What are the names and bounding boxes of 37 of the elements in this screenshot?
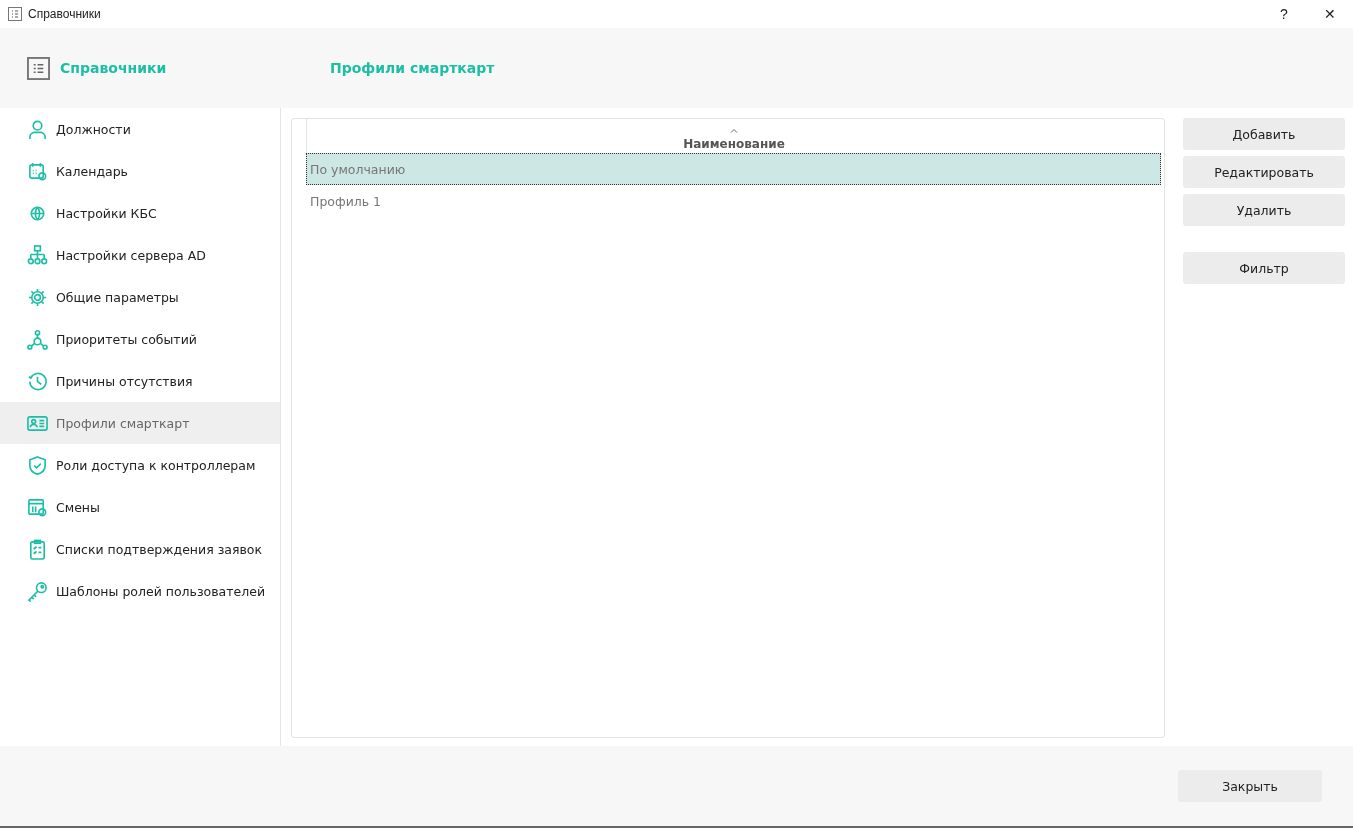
sidebar-item[interactable]: Профили смарткарт [0,402,280,444]
close-button[interactable]: ✕ [1307,0,1353,28]
sidebar-item[interactable]: Роли доступа к контроллерам [0,444,280,486]
shield-icon [27,454,48,476]
action-button[interactable]: Редактировать [1183,156,1345,188]
section-title: Профили смарткарт [330,60,495,76]
sidebar-item[interactable]: Настройки сервера AD [0,234,280,276]
sidebar-item[interactable]: Должности [0,108,280,150]
calendar-icon [27,160,48,182]
sort-icon [730,128,738,133]
close-dialog-button[interactable]: Закрыть [1178,770,1322,802]
sidebar-item[interactable]: Смены [0,486,280,528]
help-button[interactable]: ? [1261,0,1307,28]
network-icon [27,244,48,266]
sidebar-item[interactable]: Общие параметры [0,276,280,318]
table-row[interactable]: Профиль 1 [306,185,1161,217]
filter-button[interactable]: Фильтр [1183,252,1345,284]
gear-icon [27,286,48,308]
key-icon [27,580,48,602]
sidebar-item[interactable]: Приоритеты событий [0,318,280,360]
sidebar-item[interactable]: Настройки КБС [0,192,280,234]
window-title: Справочники [28,7,102,21]
sidebar-item[interactable]: Списки подтверждения заявок [0,528,280,570]
sidebar-item[interactable]: Шаблоны ролей пользователей [0,570,280,612]
shifts-icon [27,496,48,518]
nodes-icon [27,328,48,350]
list-icon [8,7,22,21]
sidebar-item[interactable]: Причины отсутствия [0,360,280,402]
header-title: Справочники [60,60,167,76]
action-button[interactable]: Добавить [1183,118,1345,150]
clock-icon [27,370,48,392]
list-icon [27,56,50,80]
sidebar-item[interactable]: Календарь [0,150,280,192]
action-button[interactable]: Удалить [1183,194,1345,226]
clipboard-icon [27,538,48,560]
table-row[interactable]: По умолчанию [306,153,1161,185]
person-icon [27,118,48,140]
